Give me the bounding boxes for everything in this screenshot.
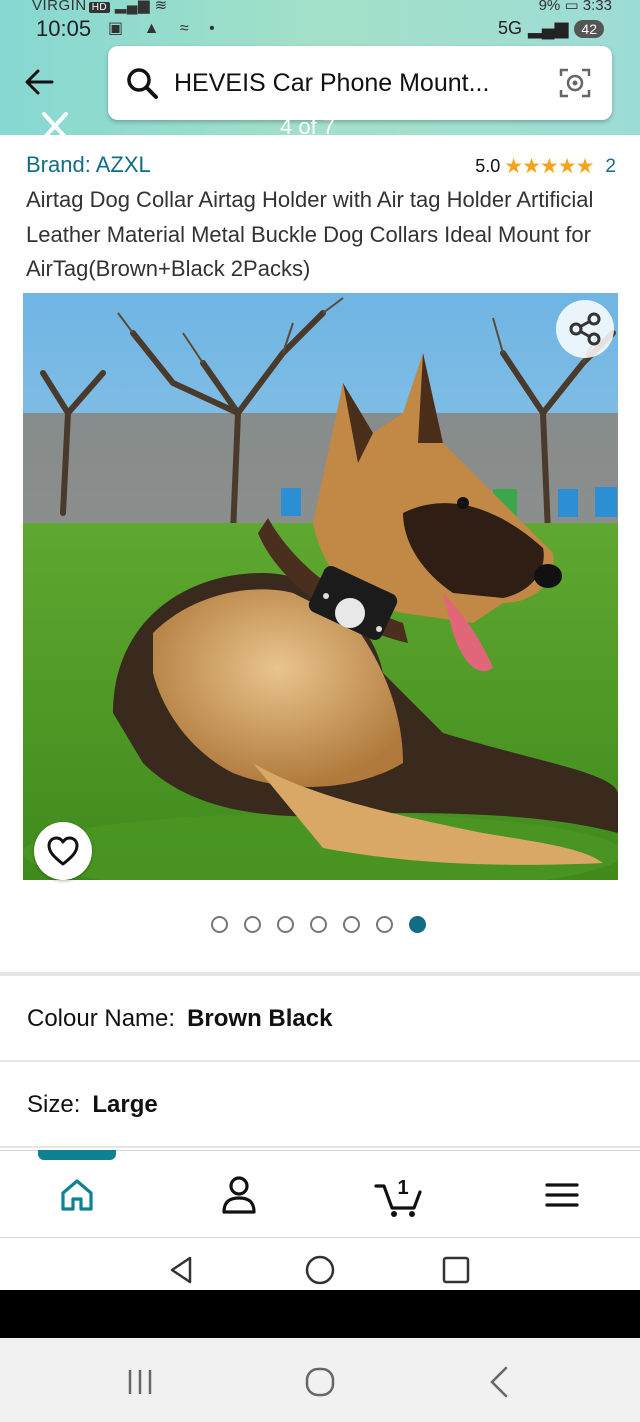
- size-label: Size:: [27, 1091, 81, 1118]
- person-icon: [222, 1176, 256, 1214]
- close-icon[interactable]: [38, 108, 74, 138]
- status-carrier: VIRGIN HD ▂▄▆ ≋: [32, 0, 168, 15]
- tab-account[interactable]: [214, 1170, 264, 1220]
- hd-badge: HD: [88, 2, 111, 13]
- screen: VIRGIN HD ▂▄▆ ≋ 10:05 ▣ ▲ ≈ • 9% ▭ 3:33 5…: [0, 0, 640, 1422]
- nav-home-icon[interactable]: [304, 1254, 336, 1286]
- share-icon: [569, 312, 601, 346]
- rating-count: 2: [605, 155, 616, 177]
- carousel-dot[interactable]: [409, 916, 426, 933]
- battery-percent: 9%: [538, 0, 561, 14]
- product-image[interactable]: [23, 293, 618, 880]
- secondary-time: 3:33: [582, 0, 612, 14]
- rating-summary[interactable]: 5.0 ★★★★★ 2: [475, 154, 616, 179]
- camera-search-icon[interactable]: [556, 64, 594, 102]
- colour-label: Colour Name:: [27, 1005, 176, 1032]
- carousel-indicator: [211, 916, 426, 933]
- home-icon: [61, 1179, 93, 1211]
- star-rating-icon: ★★★★★: [504, 155, 594, 178]
- search-icon: [127, 68, 158, 99]
- search-input[interactable]: HEVEIS Car Phone Mount...: [108, 46, 612, 120]
- divider: [0, 972, 640, 976]
- nav-back-icon[interactable]: [166, 1254, 198, 1286]
- size-option-row[interactable]: Size: Large: [0, 1064, 640, 1148]
- product-title: Airtag Dog Collar Airtag Holder with Air…: [26, 187, 594, 281]
- status-network-row: 5G ▂▄▆ 42: [498, 18, 604, 39]
- colour-value: Brown Black: [187, 1005, 333, 1032]
- phone-home-icon[interactable]: [300, 1362, 340, 1402]
- wishlist-button[interactable]: [34, 822, 92, 880]
- carousel-dot[interactable]: [343, 916, 360, 933]
- phone-back-icon[interactable]: [480, 1362, 520, 1402]
- nav-recents-icon[interactable]: [440, 1254, 472, 1286]
- back-arrow-icon[interactable]: [22, 64, 58, 100]
- size-value: Large: [92, 1091, 158, 1118]
- tab-home[interactable]: [52, 1170, 102, 1220]
- search-query-text: HEVEIS Car Phone Mount...: [174, 68, 490, 97]
- cart-icon: 1: [374, 1177, 422, 1217]
- active-tab-indicator: [38, 1150, 116, 1160]
- carrier-name: VIRGIN: [32, 0, 87, 14]
- black-separator: [0, 1290, 640, 1338]
- carousel-dot[interactable]: [211, 916, 228, 933]
- status-notification-icons: ▣ ▲ ≈ •: [108, 20, 223, 37]
- status-time: 10:05: [36, 16, 92, 41]
- cart-count: 1: [397, 1177, 408, 1199]
- heart-icon: [47, 836, 79, 866]
- share-button[interactable]: [556, 300, 614, 358]
- signal-icon: ▂▄▆: [527, 18, 569, 38]
- network-type: 5G: [497, 18, 522, 38]
- image-counter: 4 of 7: [280, 114, 336, 135]
- status-battery-row: 9% ▭ 3:33: [539, 0, 612, 14]
- tab-cart[interactable]: 1: [374, 1170, 424, 1220]
- colour-option-row[interactable]: Colour Name: Brown Black: [0, 978, 640, 1062]
- tab-menu[interactable]: [537, 1170, 587, 1220]
- notification-count-badge: 42: [574, 19, 604, 38]
- brand-link[interactable]: Brand: AZXL: [26, 152, 151, 178]
- carousel-dot[interactable]: [277, 916, 294, 933]
- carousel-dot[interactable]: [310, 916, 327, 933]
- battery-icon: ▭: [564, 0, 583, 14]
- recent-apps-icon[interactable]: [120, 1362, 160, 1402]
- carousel-dot[interactable]: [376, 916, 393, 933]
- rating-value: 5.0: [475, 156, 501, 176]
- hamburger-menu-icon: [545, 1183, 579, 1207]
- carousel-dot[interactable]: [244, 916, 261, 933]
